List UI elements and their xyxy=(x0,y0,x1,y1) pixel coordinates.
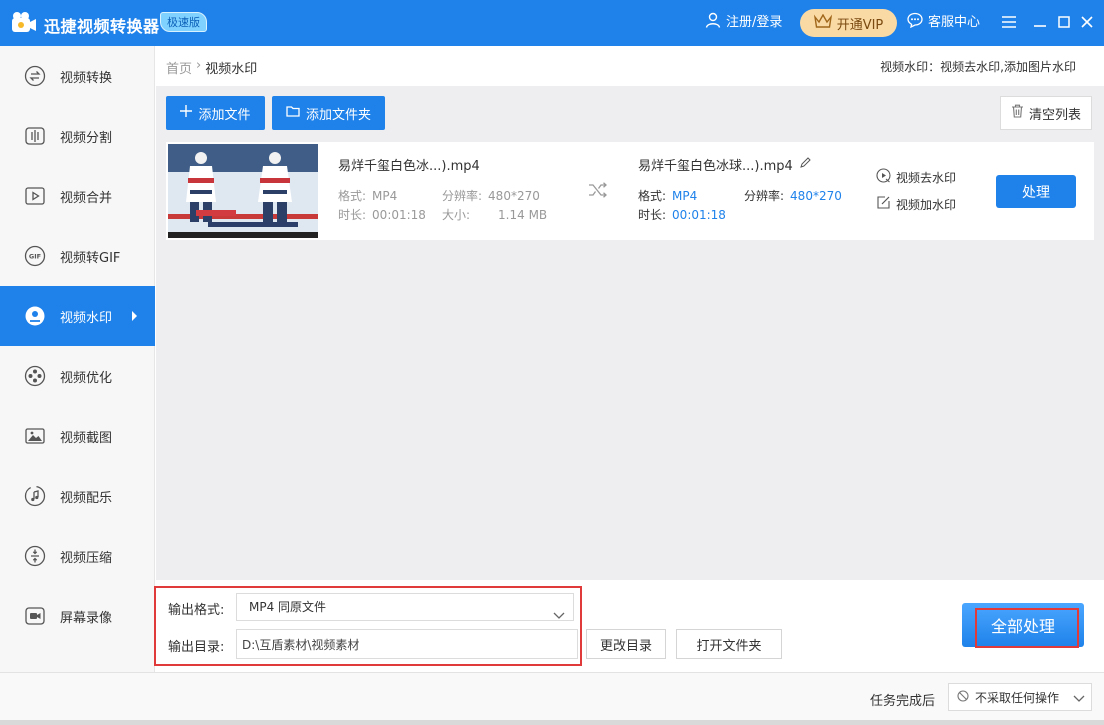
output-file-name: 易烊千玺白色冰球...).mp4 xyxy=(638,155,811,174)
breadcrumb-current: 视频水印 xyxy=(205,62,258,77)
sidebar-item-merge[interactable]: 视频合并 xyxy=(0,166,155,226)
clear-list-button[interactable]: 清空列表 xyxy=(1000,96,1092,130)
source-duration: 时长: 00:01:18 xyxy=(338,208,426,222)
add-file-label: 添加文件 xyxy=(198,107,251,123)
sidebar-item-label: 视频合并 xyxy=(60,190,113,206)
vip-button[interactable]: 开通VIP xyxy=(800,9,897,37)
merge-icon xyxy=(24,185,46,207)
remove-watermark-icon xyxy=(876,168,891,186)
highlight-box xyxy=(975,608,1079,648)
window-bottom-edge xyxy=(0,720,1104,725)
video-thumbnail[interactable] xyxy=(168,144,318,238)
sidebar-item-record[interactable]: 屏幕录像 xyxy=(0,586,155,646)
svg-text:GIF: GIF xyxy=(29,253,41,261)
folder-icon xyxy=(286,105,300,121)
file-list-area: 添加文件 添加文件夹 清空列表 易烊千玺白色冰...).mp4 格式: MP4 … xyxy=(156,86,1104,580)
highlight-box xyxy=(154,586,582,666)
open-folder-button[interactable]: 打开文件夹 xyxy=(676,629,782,659)
convert-icon xyxy=(24,65,46,87)
output-settings-panel: 输出格式: MP4 同原文件 输出目录: 更改目录 打开文件夹 全部处理 xyxy=(154,580,1104,672)
add-folder-label: 添加文件夹 xyxy=(305,107,371,123)
clear-list-label: 清空列表 xyxy=(1028,107,1081,123)
sidebar-item-music[interactable]: 视频配乐 xyxy=(0,466,155,526)
output-format: 格式: MP4 xyxy=(638,189,698,203)
sidebar-item-label: 视频截图 xyxy=(60,430,113,446)
remove-watermark-button[interactable]: 视频去水印 xyxy=(876,168,956,186)
login-label: 注册/登录 xyxy=(726,15,783,30)
source-resolution: 分辨率: 480*270 xyxy=(442,189,540,203)
process-button[interactable]: 处理 xyxy=(996,175,1076,208)
optimize-icon xyxy=(24,365,46,387)
music-icon xyxy=(24,485,46,507)
sidebar-item-gif[interactable]: GIF 视频转GIF xyxy=(0,226,155,286)
feature-description: 视频水印：视频去水印,添加图片水印 xyxy=(880,60,1076,74)
remove-watermark-label: 视频去水印 xyxy=(896,170,957,185)
source-file-name: 易烊千玺白色冰...).mp4 xyxy=(338,159,480,174)
source-format: 格式: MP4 xyxy=(338,189,398,203)
file-row: 易烊千玺白色冰...).mp4 格式: MP4 分辨率: 480*270 时长: 00… xyxy=(166,142,1094,240)
login-button[interactable]: 注册/登录 xyxy=(705,12,783,35)
sidebar-item-label: 视频配乐 xyxy=(60,490,113,506)
breadcrumb: 首页 › 视频水印 xyxy=(166,58,257,77)
minimize-icon[interactable] xyxy=(1031,13,1049,31)
gif-icon: GIF xyxy=(24,245,46,267)
service-label: 客服中心 xyxy=(928,15,981,30)
status-bar: 任务完成后 不采取任何操作 xyxy=(0,672,1104,725)
vip-label: 开通VIP xyxy=(836,17,884,33)
title-bar: 迅捷视频转换器 极速版 注册/登录 开通VIP 客服中心 xyxy=(0,0,1104,46)
close-icon[interactable] xyxy=(1078,13,1096,31)
sidebar-item-label: 视频转GIF xyxy=(60,250,121,266)
after-task-label: 任务完成后 xyxy=(870,694,936,709)
watermark-icon xyxy=(24,305,46,327)
sidebar-item-compress[interactable]: 视频压缩 xyxy=(0,526,155,586)
change-dir-button[interactable]: 更改目录 xyxy=(586,629,666,659)
output-file-name-text: 易烊千玺白色冰球...).mp4 xyxy=(638,159,793,174)
output-resolution: 分辨率: 480*270 xyxy=(744,189,842,203)
compress-icon xyxy=(24,545,46,567)
ban-icon xyxy=(957,689,969,705)
user-icon xyxy=(705,12,721,35)
sidebar-item-watermark[interactable]: 视频水印 xyxy=(0,286,155,346)
sidebar-item-convert[interactable]: 视频转换 xyxy=(0,46,155,106)
screenshot-icon xyxy=(24,425,46,447)
menu-icon[interactable] xyxy=(1000,13,1018,31)
sidebar-item-label: 视频压缩 xyxy=(60,550,113,566)
maximize-icon[interactable] xyxy=(1055,13,1073,31)
sidebar-item-split[interactable]: 视频分割 xyxy=(0,106,155,166)
chat-icon xyxy=(907,12,923,35)
after-task-select[interactable]: 不采取任何操作 xyxy=(948,683,1092,711)
breadcrumb-home[interactable]: 首页 xyxy=(166,58,192,77)
edition-badge: 极速版 xyxy=(160,12,207,32)
source-size: 大小: 1.14 MB xyxy=(442,208,548,222)
sidebar-item-label: 视频转换 xyxy=(60,70,113,86)
sidebar-item-label: 屏幕录像 xyxy=(60,610,113,626)
add-watermark-label: 视频加水印 xyxy=(896,197,957,212)
breadcrumb-separator: › xyxy=(196,58,202,73)
add-watermark-icon xyxy=(876,195,891,213)
plus-icon xyxy=(180,105,193,121)
add-watermark-button[interactable]: 视频加水印 xyxy=(876,195,956,213)
sidebar-item-optimize[interactable]: 视频优化 xyxy=(0,346,155,406)
shuffle-icon xyxy=(588,182,608,202)
app-logo-icon xyxy=(10,10,38,36)
trash-icon xyxy=(1011,104,1024,122)
sidebar: 视频转换 视频分割 视频合并 GIF 视频转GIF 视频水印 视频优化 视频截图… xyxy=(0,46,155,672)
output-duration: 时长: 00:01:18 xyxy=(638,208,726,222)
app-title: 迅捷视频转换器 xyxy=(44,17,160,36)
record-icon xyxy=(24,605,46,627)
sidebar-item-label: 视频分割 xyxy=(60,130,113,146)
add-file-button[interactable]: 添加文件 xyxy=(166,96,265,130)
breadcrumb-bar: 首页 › 视频水印 视频水印：视频去水印,添加图片水印 xyxy=(156,46,1104,86)
chevron-down-icon xyxy=(1073,692,1085,706)
sidebar-item-label: 视频优化 xyxy=(60,370,113,386)
sidebar-item-label: 视频水印 xyxy=(60,310,113,326)
crown-icon xyxy=(813,13,832,32)
split-icon xyxy=(24,125,46,147)
after-task-value: 不采取任何操作 xyxy=(975,690,1060,705)
sidebar-item-screenshot[interactable]: 视频截图 xyxy=(0,406,155,466)
service-button[interactable]: 客服中心 xyxy=(907,12,981,35)
add-folder-button[interactable]: 添加文件夹 xyxy=(272,96,385,130)
active-arrow-icon xyxy=(132,311,137,321)
edit-pencil-icon[interactable] xyxy=(799,156,811,173)
